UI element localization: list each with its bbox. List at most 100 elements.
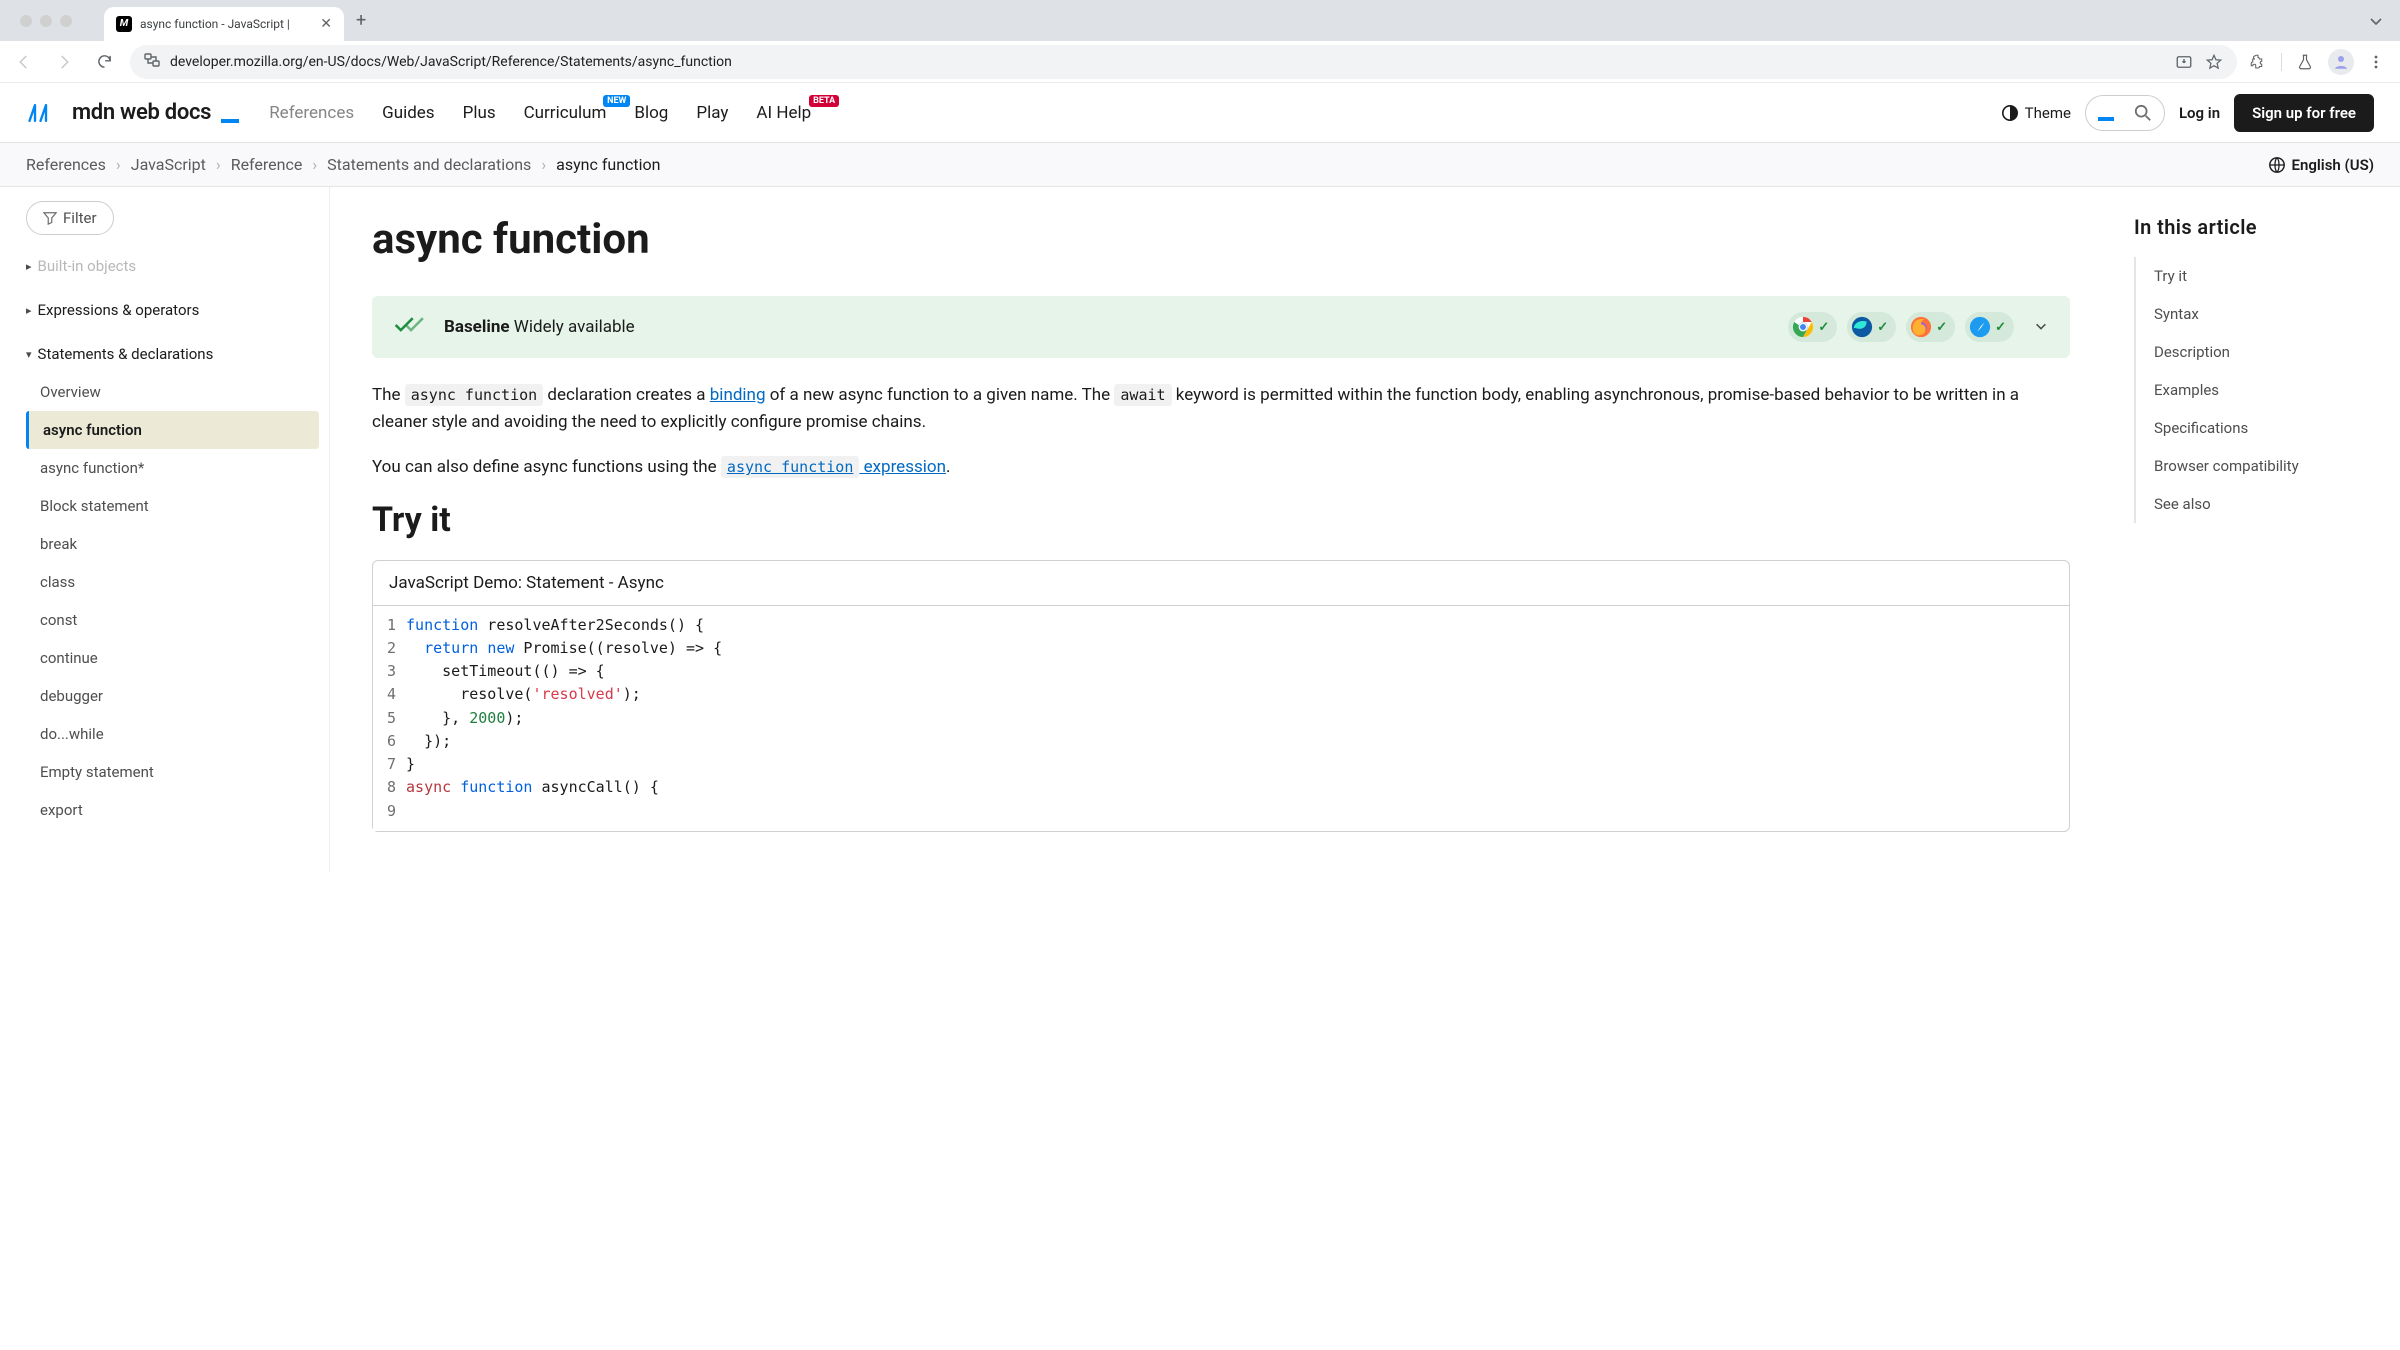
page-title: async function xyxy=(372,215,2070,264)
nav-plus[interactable]: Plus xyxy=(463,103,496,123)
site-controls-icon[interactable] xyxy=(144,52,160,72)
demo-title: JavaScript Demo: Statement - Async xyxy=(373,561,2069,606)
star-icon[interactable] xyxy=(2205,53,2223,71)
signup-button[interactable]: Sign up for free xyxy=(2234,94,2374,132)
section-try-it: Try it xyxy=(372,500,2070,540)
sidebar-item-debugger[interactable]: debugger xyxy=(26,677,319,715)
safari-icon xyxy=(1969,316,1991,338)
sidebar-item-block-statement[interactable]: Block statement xyxy=(26,487,319,525)
firefox-support: ✓ xyxy=(1906,312,1955,342)
browser-support-pills: ✓ ✓ ✓ ✓ xyxy=(1788,312,2014,342)
crumb-javascript[interactable]: JavaScript xyxy=(131,155,206,174)
check-icon: ✓ xyxy=(1818,320,1829,335)
sidebar-item-export[interactable]: export xyxy=(26,791,319,829)
crumb-current: async function xyxy=(556,155,660,174)
theme-button[interactable]: Theme xyxy=(2001,104,2071,122)
toc-try-it[interactable]: Try it xyxy=(2136,257,2376,295)
sidebar-item-overview[interactable]: Overview xyxy=(26,373,319,411)
code-demo: JavaScript Demo: Statement - Async 12345… xyxy=(372,560,2070,832)
sidebar-item-empty-statement[interactable]: Empty statement xyxy=(26,753,319,791)
line-gutter: 123456789 xyxy=(373,606,406,831)
install-icon[interactable] xyxy=(2175,53,2193,71)
logo[interactable]: mdn web docs xyxy=(26,100,239,125)
toc-title: In this article xyxy=(2134,215,2376,239)
sidebar-item-class[interactable]: class xyxy=(26,563,319,601)
edge-icon xyxy=(1851,316,1873,338)
nav-blog[interactable]: Blog xyxy=(634,103,668,123)
logo-underscore xyxy=(221,119,239,123)
extensions-icon[interactable] xyxy=(2249,53,2267,71)
minimize-window-icon[interactable] xyxy=(40,15,52,27)
back-button[interactable] xyxy=(10,48,38,76)
check-icon: ✓ xyxy=(1877,320,1888,335)
code-await: await xyxy=(1114,384,1171,406)
sidebar-group-builtin[interactable]: Built-in objects xyxy=(26,247,319,285)
sidebar-item-continue[interactable]: continue xyxy=(26,639,319,677)
toc-see-also[interactable]: See also xyxy=(2136,485,2376,523)
nav-curriculum[interactable]: Curriculum NEW xyxy=(524,103,607,123)
edge-support: ✓ xyxy=(1847,312,1896,342)
toc-description[interactable]: Description xyxy=(2136,333,2376,371)
expand-banner-button[interactable] xyxy=(2034,318,2048,337)
nav-play[interactable]: Play xyxy=(696,103,728,123)
profile-avatar[interactable] xyxy=(2328,49,2354,75)
crumb-reference[interactable]: Reference xyxy=(231,155,303,174)
chevron-down-icon[interactable] xyxy=(2368,13,2384,29)
tab-strip: M async function - JavaScript | ✕ + xyxy=(0,0,2400,41)
sidebar-item-do-while[interactable]: do...while xyxy=(26,715,319,753)
code-editor[interactable]: 123456789 function resolveAfter2Seconds(… xyxy=(373,606,2069,831)
sidebar-group-expressions[interactable]: Expressions & operators xyxy=(26,291,319,329)
nav-ai-help[interactable]: AI Help BETA xyxy=(756,103,811,123)
firefox-icon xyxy=(1910,316,1932,338)
link-async-function-expression[interactable]: async function expression xyxy=(721,457,946,477)
language-switcher[interactable]: English (US) xyxy=(2268,156,2374,174)
sidebar-item-async-function-star[interactable]: async function* xyxy=(26,449,319,487)
chevron-right-icon: › xyxy=(116,155,121,174)
new-badge: NEW xyxy=(603,95,630,107)
toc-syntax[interactable]: Syntax xyxy=(2136,295,2376,333)
sidebar-item-break[interactable]: break xyxy=(26,525,319,563)
close-tab-icon[interactable]: ✕ xyxy=(320,16,332,32)
new-tab-button[interactable]: + xyxy=(356,10,366,31)
safari-support: ✓ xyxy=(1965,312,2014,342)
forward-button[interactable] xyxy=(50,48,78,76)
chevron-down-icon xyxy=(2034,319,2048,333)
table-of-contents: In this article Try it Syntax Descriptio… xyxy=(2110,187,2400,872)
login-link[interactable]: Log in xyxy=(2179,104,2220,122)
sidebar-item-const[interactable]: const xyxy=(26,601,319,639)
crumb-references[interactable]: References xyxy=(26,155,106,174)
crumb-statements[interactable]: Statements and declarations xyxy=(327,155,531,174)
close-window-icon[interactable] xyxy=(20,15,32,27)
nav-guides[interactable]: Guides xyxy=(382,103,434,123)
toc-examples[interactable]: Examples xyxy=(2136,371,2376,409)
baseline-banner: Baseline Widely available ✓ ✓ ✓ ✓ xyxy=(372,296,2070,358)
toc-browser-compatibility[interactable]: Browser compatibility xyxy=(2136,447,2376,485)
code-content[interactable]: function resolveAfter2Seconds() { return… xyxy=(406,606,722,831)
filter-button[interactable]: Filter xyxy=(26,201,114,235)
baseline-check-icon xyxy=(394,314,428,340)
labs-icon[interactable] xyxy=(2296,53,2314,71)
window-controls[interactable] xyxy=(8,15,84,27)
logo-text: mdn web docs xyxy=(72,100,211,125)
site-header: mdn web docs References Guides Plus Curr… xyxy=(0,83,2400,143)
globe-icon xyxy=(2268,156,2286,174)
address-bar[interactable]: developer.mozilla.org/en-US/docs/Web/Jav… xyxy=(130,45,2237,79)
browser-tab[interactable]: M async function - JavaScript | ✕ xyxy=(104,7,344,41)
search-icon xyxy=(2134,104,2152,122)
search-button[interactable] xyxy=(2085,95,2165,131)
sidebar-item-async-function[interactable]: async function xyxy=(26,411,319,449)
breadcrumb: References › JavaScript › Reference › St… xyxy=(26,155,661,174)
baseline-text: Baseline Widely available xyxy=(444,317,635,337)
underscore-icon xyxy=(2098,117,2114,121)
reload-button[interactable] xyxy=(90,48,118,76)
maximize-window-icon[interactable] xyxy=(60,15,72,27)
chevron-right-icon: › xyxy=(541,155,546,174)
url-text: developer.mozilla.org/en-US/docs/Web/Jav… xyxy=(170,54,732,70)
theme-icon xyxy=(2001,104,2019,122)
link-binding[interactable]: binding xyxy=(710,385,766,405)
kebab-menu-icon[interactable] xyxy=(2368,54,2384,70)
toc-specifications[interactable]: Specifications xyxy=(2136,409,2376,447)
nav-references[interactable]: References xyxy=(269,103,354,123)
main-nav: References Guides Plus Curriculum NEW Bl… xyxy=(269,103,811,123)
sidebar-group-statements[interactable]: Statements & declarations Overview async… xyxy=(26,335,319,829)
